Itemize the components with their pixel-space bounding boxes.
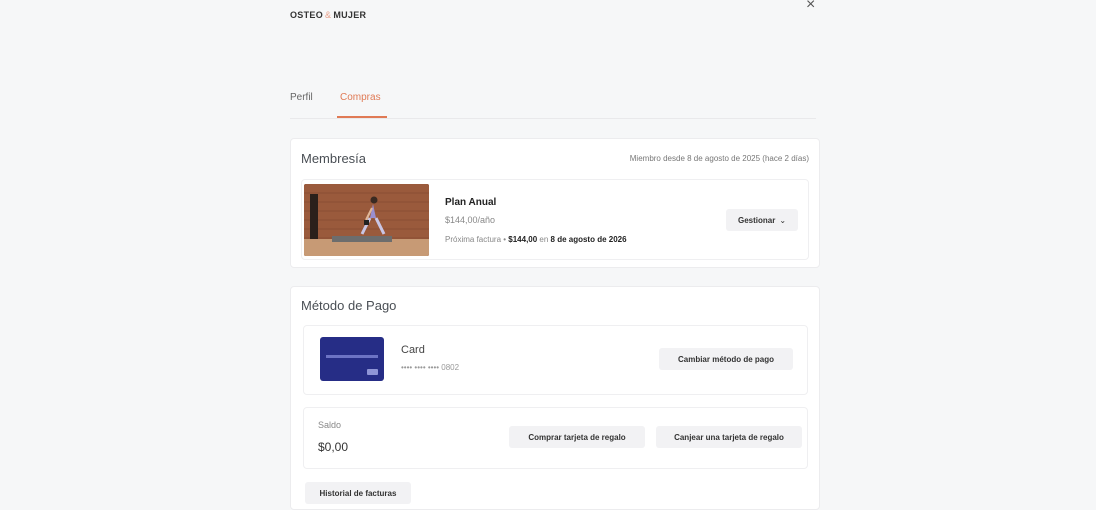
credit-card-icon <box>320 337 384 381</box>
plan-price: $144,00/año <box>445 215 496 225</box>
payment-title: Método de Pago <box>301 298 397 313</box>
buy-gift-card-button[interactable]: Comprar tarjeta de regalo <box>509 426 645 448</box>
manage-label: Gestionar <box>737 215 776 225</box>
membership-card: Membresía Miembro desde 8 de agosto de 2… <box>290 138 820 268</box>
close-icon[interactable]: × <box>806 0 815 14</box>
tab-perfil[interactable]: Perfil <box>290 92 313 103</box>
member-since-text: Miembro desde 8 de agosto de 2025 (hace … <box>629 154 809 163</box>
change-payment-button[interactable]: Cambiar método de pago <box>659 348 793 370</box>
balance-label: Saldo <box>318 420 342 430</box>
redeem-gift-card-button[interactable]: Canjear una tarjeta de regalo <box>656 426 802 448</box>
manage-button[interactable]: Gestionar ⌄ <box>726 209 798 231</box>
balance-value: $0,00 <box>318 440 349 454</box>
plan-box: Plan Anual $144,00/año Próxima factura •… <box>301 179 809 260</box>
membership-title: Membresía <box>301 151 367 166</box>
next-invoice-mid: en <box>537 235 551 244</box>
plan-image <box>304 184 429 256</box>
active-tab-indicator <box>337 116 387 118</box>
next-invoice-date: 8 de agosto de 2026 <box>550 235 627 244</box>
brand-part1: OSTEO <box>290 10 324 20</box>
card-number: •••• •••• •••• 0802 <box>401 363 460 372</box>
chevron-down-icon: ⌄ <box>779 215 787 225</box>
tab-bar: Perfil Compras <box>290 92 816 119</box>
plan-name: Plan Anual <box>445 197 497 208</box>
brand-part2: MUJER <box>333 10 367 20</box>
next-invoice-amount: $144,00 <box>508 235 538 244</box>
payment-method-box: Card •••• •••• •••• 0802 Cambiar método … <box>303 325 808 395</box>
brand-logo: OSTEO & MUJER <box>290 10 366 20</box>
balance-box: Saldo $0,00 Comprar tarjeta de regalo Ca… <box>303 407 808 469</box>
brand-ampersand: & <box>325 10 332 20</box>
invoice-history-button[interactable]: Historial de facturas <box>305 482 411 504</box>
payment-card: Método de Pago Card •••• •••• •••• 0802 … <box>290 286 820 510</box>
card-name: Card <box>401 344 425 356</box>
tab-compras[interactable]: Compras <box>340 92 381 103</box>
next-invoice: Próxima factura • $144,00 en 8 de agosto… <box>445 235 627 244</box>
next-invoice-prefix: Próxima factura • <box>445 235 509 244</box>
